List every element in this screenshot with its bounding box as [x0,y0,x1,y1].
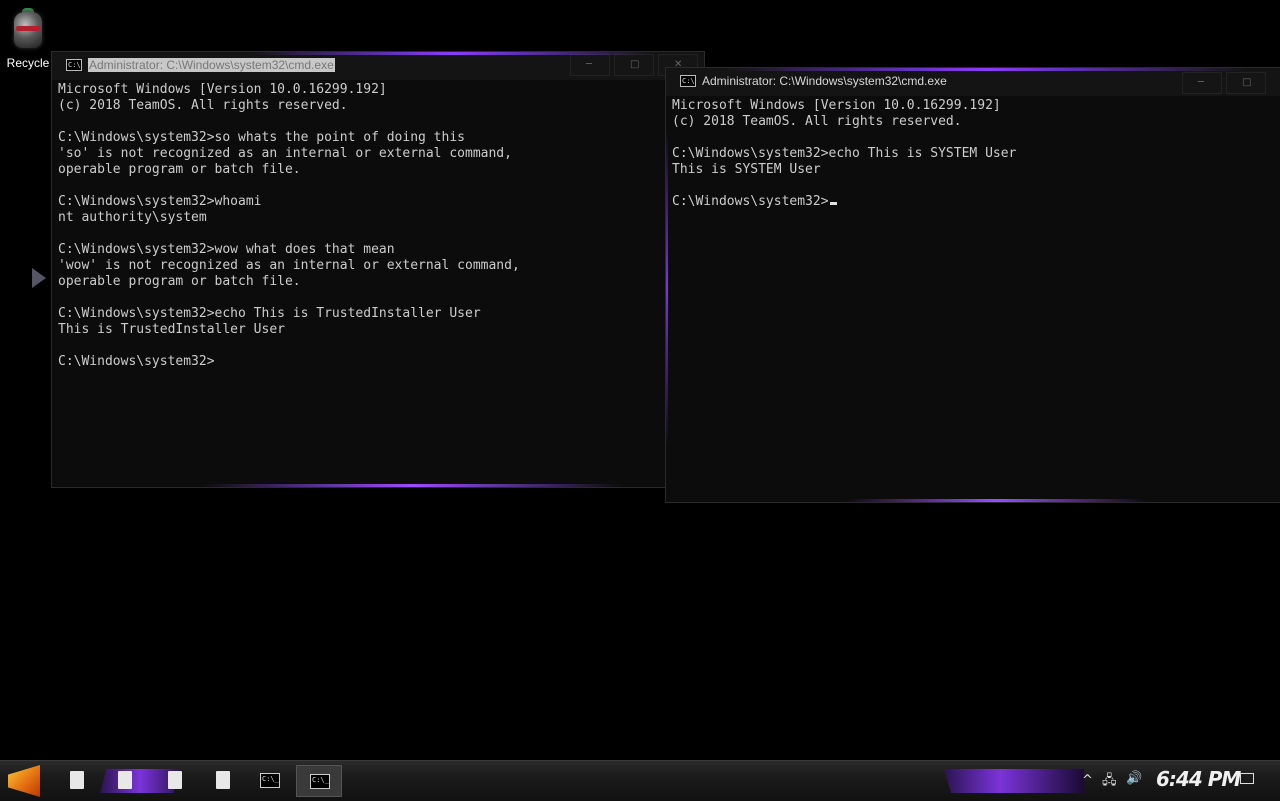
console-line: C:\Windows\system32>echo This is Trusted… [58,306,481,321]
recycle-bin-label: Recycle [6,56,50,70]
pinned-file-1[interactable] [62,765,90,797]
window-title: Administrator: C:\Windows\system32\cmd.e… [702,74,947,88]
accent-glow-top [726,68,1246,71]
prompt-line[interactable]: C:\Windows\system32> [672,194,1274,210]
recycle-bin-icon [10,8,46,52]
chevron-up-icon[interactable]: ^ [1082,773,1093,788]
console-line: Microsoft Windows [Version 10.0.16299.19… [672,98,1001,113]
console-line: 'so' is not recognized as an internal or… [58,146,512,161]
accent-glow-left [666,128,668,448]
console-line: This is SYSTEM User [672,162,821,177]
accent-glow-bottom [202,484,622,487]
title-bar[interactable]: C:\ Administrator: C:\Windows\system32\c… [52,52,704,80]
minimize-button[interactable]: ─ [1182,72,1222,94]
console-line: (c) 2018 TeamOS. All rights reserved. [672,114,962,129]
minimize-button[interactable]: ─ [570,54,610,76]
text-cursor [829,202,837,205]
start-button[interactable] [8,765,40,797]
taskbar: C:\_ C:\_ ^ 🖧 🔊 6:44 PM [0,760,1280,801]
minimize-icon: ─ [586,59,593,70]
maximize-icon: □ [1242,77,1252,88]
console-line: operable program or batch file. [58,162,301,177]
network-icon[interactable]: 🖧 [1102,771,1117,793]
console-line: C:\Windows\system32>echo This is SYSTEM … [672,146,1017,161]
pinned-file-4[interactable] [208,765,236,797]
window-title: Administrator: C:\Windows\system32\cmd.e… [88,58,335,72]
taskbar-accent-right [944,769,1084,793]
console-line: nt authority\system [58,210,207,225]
console-line: C:\Windows\system32>whoami [58,194,262,209]
minimize-icon: ─ [1198,77,1205,88]
title-bar[interactable]: C:\ Administrator: C:\Windows\system32\c… [666,68,1280,96]
taskbar-cmd-2[interactable]: C:\_ [296,765,342,797]
cmd-icon: C:\ [680,75,696,87]
accent-glow-bottom [846,499,1146,502]
mouse-pointer-icon [32,268,46,288]
prompt-text: C:\Windows\system32> [672,194,829,209]
maximize-button[interactable]: □ [1226,72,1266,94]
maximize-icon: □ [630,59,640,70]
notification-icon[interactable] [1240,773,1254,784]
console-line: C:\Windows\system32> [58,354,215,369]
accent-glow-top [252,52,652,55]
console-line: operable program or batch file. [58,274,301,289]
console-line: This is TrustedInstaller User [58,322,285,337]
file-icon [216,771,230,789]
recycle-bin-shortcut[interactable]: Recycle [2,8,54,70]
pinned-file-3[interactable] [160,765,188,797]
pinned-file-2[interactable] [110,765,138,797]
taskbar-cmd-1[interactable]: C:\_ [247,765,293,797]
maximize-button[interactable]: □ [614,54,654,76]
cmd-icon: C:\ [66,59,82,71]
cmd-icon: C:\_ [310,774,330,789]
console-output[interactable]: Microsoft Windows [Version 10.0.16299.19… [58,82,698,481]
console-line: 'wow' is not recognized as an internal o… [58,258,520,273]
cmd-window-system[interactable]: C:\ Administrator: C:\Windows\system32\c… [665,67,1280,503]
console-line: (c) 2018 TeamOS. All rights reserved. [58,98,348,113]
console-output[interactable]: Microsoft Windows [Version 10.0.16299.19… [672,98,1274,496]
cmd-window-trustedinstaller[interactable]: C:\ Administrator: C:\Windows\system32\c… [51,51,705,488]
console-line: C:\Windows\system32>so whats the point o… [58,130,465,145]
file-icon [70,771,84,789]
file-icon [168,771,182,789]
file-icon [118,771,132,789]
console-line: C:\Windows\system32>wow what does that m… [58,242,395,257]
console-line: Microsoft Windows [Version 10.0.16299.19… [58,82,387,97]
cmd-icon: C:\_ [260,773,280,788]
clock[interactable]: 6:44 PM [1156,767,1241,791]
volume-icon[interactable]: 🔊 [1126,771,1142,786]
